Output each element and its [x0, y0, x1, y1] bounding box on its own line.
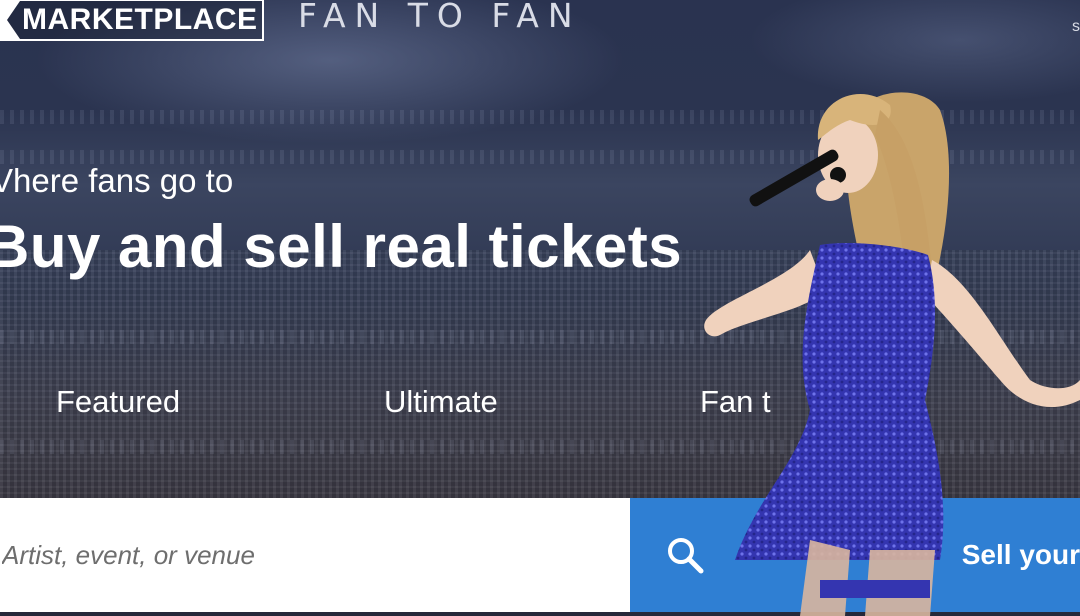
top-right-link[interactable]: s — [1072, 18, 1080, 36]
search-input[interactable] — [0, 498, 622, 612]
logo-mark-icon — [0, 1, 20, 39]
performer-photo — [704, 92, 1080, 616]
hero-subtitle: Vhere fans go to — [0, 162, 234, 199]
logo-text: MARKETPLACE — [22, 3, 258, 36]
tagline: FAN TO FAN — [298, 0, 582, 35]
tab-featured[interactable]: Featured — [56, 384, 180, 420]
tab-ultimate[interactable]: Ultimate — [384, 384, 498, 420]
logo-box: MARKETPLACE — [0, 0, 264, 41]
search-box — [0, 498, 630, 612]
hero-headline: Buy and sell real tickets — [0, 213, 683, 280]
site-logo[interactable]: MARKETPLACE — [0, 0, 264, 41]
